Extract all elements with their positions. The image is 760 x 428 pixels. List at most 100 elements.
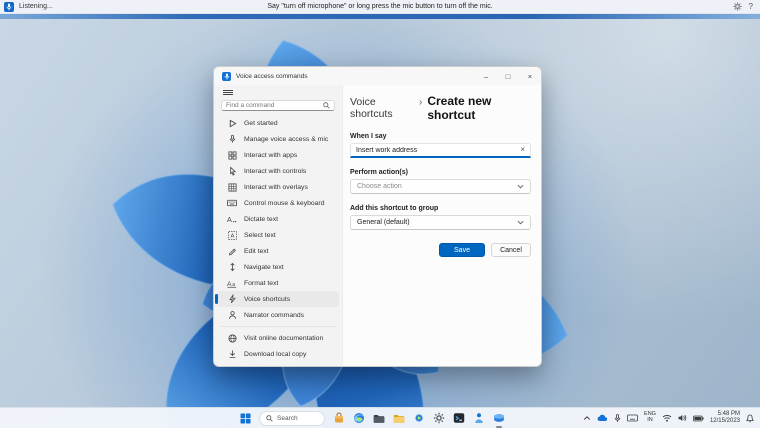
sidebar-item-select-text[interactable]: A Select text: [217, 227, 339, 243]
save-button[interactable]: Save: [439, 243, 485, 257]
touch-keyboard-icon[interactable]: [627, 414, 638, 422]
sidebar-item-control-mouse-keyboard[interactable]: Control mouse & keyboard: [217, 195, 339, 211]
voice-access-commands-window: Voice access commands – □ × Get started: [213, 66, 542, 367]
sidebar-item-format-text[interactable]: Aa Format text: [217, 275, 339, 291]
close-button[interactable]: ×: [519, 67, 541, 85]
when-i-say-field[interactable]: ×: [350, 143, 531, 158]
commands-sidebar: Get started Manage voice access & mic In…: [214, 85, 342, 366]
sidebar-item-label: Interact with controls: [244, 167, 307, 175]
taskbar-file-explorer-icon[interactable]: [392, 412, 405, 425]
chevron-down-icon: [517, 184, 524, 189]
taskbar-accessibility-person-icon[interactable]: [472, 412, 485, 425]
cursor-icon: [227, 166, 237, 176]
sidebar-item-edit-text[interactable]: Edit text: [217, 243, 339, 259]
search-icon: [266, 414, 273, 422]
taskbar-voice-access-icon[interactable]: [492, 412, 505, 428]
help-icon[interactable]: ?: [749, 2, 753, 11]
group-value: General (default): [357, 219, 410, 226]
hamburger-menu-icon[interactable]: [223, 90, 233, 96]
sidebar-item-voice-shortcuts[interactable]: Voice shortcuts: [215, 291, 339, 307]
sidebar-item-label: Select text: [244, 231, 276, 239]
taskbar-search[interactable]: Search: [259, 410, 326, 426]
sidebar-item-label: Edit text: [244, 247, 269, 255]
sidebar-item-interact-with-apps[interactable]: Interact with apps: [217, 147, 339, 163]
voice-bar-instruction: Say "turn off microphone" or long press …: [267, 3, 493, 10]
windows-logo-icon: [240, 413, 251, 423]
battery-icon[interactable]: [693, 415, 704, 422]
microphone-icon: [227, 134, 237, 144]
microphone-icon: [6, 3, 12, 10]
group-dropdown[interactable]: General (default): [350, 215, 531, 230]
taskbar-media-player-icon[interactable]: [412, 412, 425, 425]
sidebar-item-label: Format text: [244, 279, 279, 287]
when-i-say-input[interactable]: [356, 146, 521, 154]
notification-bell-icon[interactable]: [746, 414, 754, 423]
sidebar-item-label: Voice shortcuts: [244, 295, 291, 303]
search-icon: [323, 102, 330, 109]
edit-pencil-icon: [227, 246, 237, 256]
sidebar-item-visit-documentation[interactable]: Visit online documentation: [217, 330, 339, 346]
perform-action-label: Perform action(s): [350, 169, 408, 176]
breadcrumb: Voice shortcuts › Create new shortcut: [350, 94, 531, 122]
find-command-input[interactable]: [226, 102, 323, 110]
sidebar-nav: Get started Manage voice access & mic In…: [214, 115, 342, 323]
sidebar-item-label: Visit online documentation: [244, 334, 324, 342]
window-titlebar[interactable]: Voice access commands – □ ×: [214, 67, 541, 85]
svg-text:A: A: [230, 233, 234, 239]
sidebar-item-label: Get started: [244, 119, 278, 127]
breadcrumb-separator: ›: [418, 97, 423, 108]
onedrive-cloud-icon[interactable]: [597, 414, 608, 422]
dictate-icon: A: [227, 214, 237, 224]
tray-chevron-up-icon[interactable]: [583, 415, 591, 421]
perform-action-dropdown[interactable]: Choose action: [350, 179, 531, 194]
sidebar-item-interact-with-controls[interactable]: Interact with controls: [217, 163, 339, 179]
cancel-button[interactable]: Cancel: [491, 243, 531, 257]
microphone-button[interactable]: [4, 1, 14, 12]
sidebar-item-interact-with-overlays[interactable]: Interact with overlays: [217, 179, 339, 195]
sidebar-item-dictate-text[interactable]: A Dictate text: [217, 211, 339, 227]
volume-icon[interactable]: [678, 414, 687, 422]
voice-status-text: Listening...: [19, 3, 53, 10]
clock[interactable]: 5:48 PM 12/15/2023: [710, 411, 740, 425]
sidebar-item-label: Navigate text: [244, 263, 284, 271]
tray-microphone-icon[interactable]: [614, 413, 621, 423]
sidebar-item-label: Dictate text: [244, 215, 278, 223]
sidebar-item-get-started[interactable]: Get started: [217, 115, 339, 131]
sidebar-footer: Visit online documentation Download loca…: [214, 323, 342, 366]
sidebar-item-label: Manage voice access & mic: [244, 135, 329, 143]
create-shortcut-panel: Voice shortcuts › Create new shortcut Wh…: [342, 85, 541, 366]
breadcrumb-voice-shortcuts[interactable]: Voice shortcuts: [350, 96, 414, 120]
taskbar-app-store-bag-icon[interactable]: [332, 412, 345, 425]
taskbar-terminal-icon[interactable]: [452, 412, 465, 425]
maximize-button[interactable]: □: [497, 67, 519, 85]
wifi-icon[interactable]: [662, 414, 672, 422]
sidebar-item-download-local-copy[interactable]: Download local copy: [217, 346, 339, 362]
desktop: Say "turn off microphone" or long press …: [0, 0, 760, 428]
keyboard-icon: [227, 198, 237, 208]
svg-text:A: A: [227, 215, 232, 224]
sidebar-item-label: Interact with overlays: [244, 183, 308, 191]
sidebar-item-narrator-commands[interactable]: Narrator commands: [217, 307, 339, 323]
play-icon: [227, 118, 237, 128]
page-title: Create new shortcut: [427, 94, 492, 122]
start-button[interactable]: [239, 412, 252, 425]
active-app-indicator: [495, 425, 502, 428]
sidebar-item-manage-voice-access[interactable]: Manage voice access & mic: [217, 131, 339, 147]
taskbar-dark-folder-icon[interactable]: [372, 412, 385, 425]
system-tray: ENG IN 5:48 PM 12/15/2023: [583, 411, 760, 425]
tray-time: 5:48 PM: [717, 411, 740, 418]
taskbar-edge-browser-icon[interactable]: [352, 412, 365, 425]
sidebar-item-navigate-text[interactable]: Navigate text: [217, 259, 339, 275]
wallpaper-top-band: [0, 14, 760, 19]
minimize-button[interactable]: –: [475, 67, 497, 85]
taskbar-settings-icon[interactable]: [432, 412, 445, 425]
find-command-searchbox[interactable]: [221, 100, 335, 111]
svg-text:A: A: [227, 280, 232, 287]
clear-input-icon[interactable]: ×: [520, 146, 525, 154]
navigate-arrows-icon: [227, 262, 237, 272]
language-indicator[interactable]: ENG IN: [644, 411, 656, 424]
sidebar-divider: [220, 326, 336, 327]
settings-gear-icon[interactable]: [732, 2, 742, 11]
language-line2: IN: [647, 417, 653, 423]
window-title: Voice access commands: [236, 72, 308, 80]
